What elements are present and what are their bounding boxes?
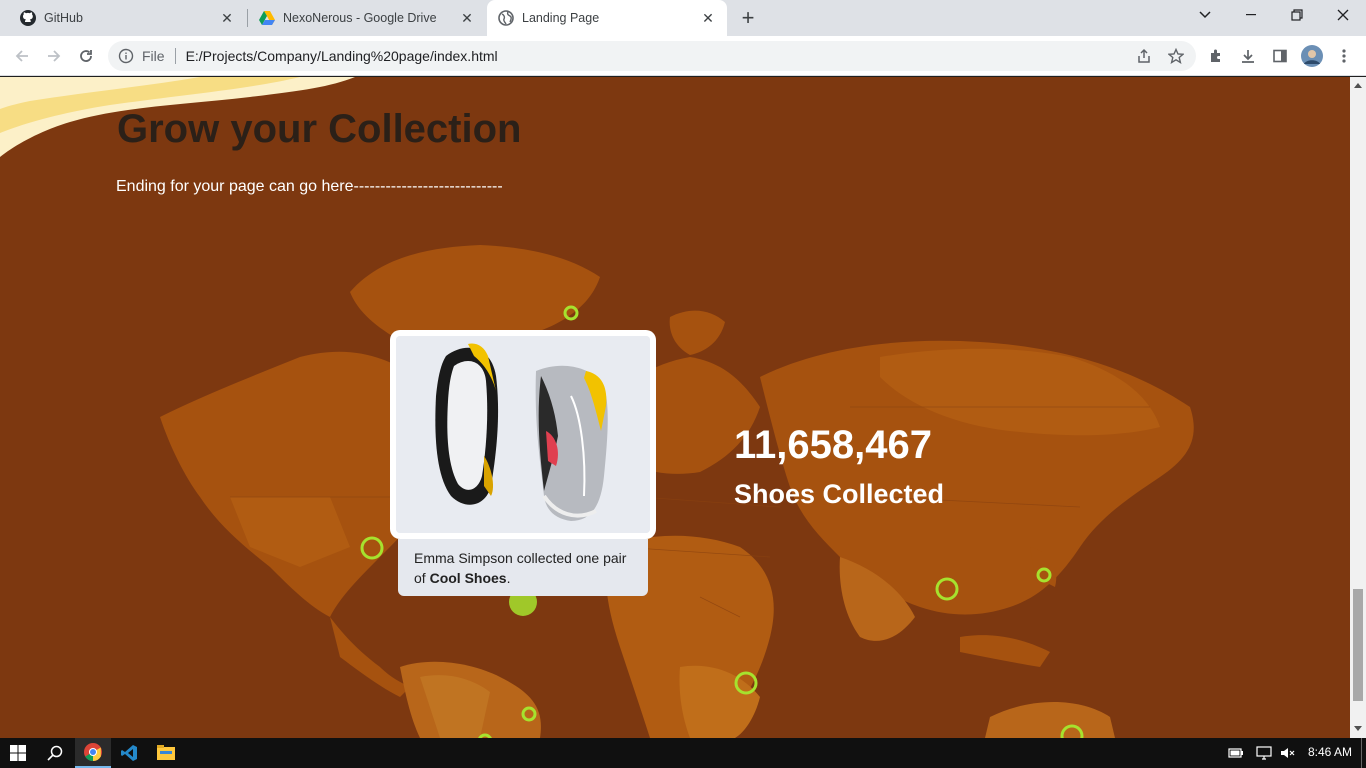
github-icon — [20, 10, 36, 26]
page-subtext: Ending for your page can go here--------… — [116, 178, 503, 195]
info-icon[interactable] — [118, 48, 134, 64]
google-drive-icon — [259, 10, 275, 26]
tab-title: GitHub — [44, 11, 83, 25]
show-desktop-button[interactable] — [1361, 738, 1362, 768]
extensions-icon[interactable] — [1202, 42, 1230, 70]
scrollbar[interactable] — [1350, 77, 1366, 738]
windows-taskbar: 8:46 AM — [0, 738, 1366, 768]
page-title: Grow your Collection — [117, 107, 522, 151]
windows-start-icon[interactable] — [0, 738, 36, 768]
close-tab-icon[interactable]: ✕ — [699, 9, 717, 27]
reload-button[interactable] — [72, 42, 100, 70]
browser-toolbar: File E:/Projects/Company/Landing%20page/… — [0, 36, 1366, 76]
menu-kebab-icon[interactable] — [1330, 42, 1358, 70]
product-card-image — [390, 330, 656, 539]
product-card-caption: Emma Simpson collected one pair of Cool … — [398, 539, 648, 596]
close-tab-icon[interactable]: ✕ — [218, 9, 236, 27]
minimize-icon[interactable] — [1228, 0, 1274, 30]
restore-icon[interactable] — [1274, 0, 1320, 30]
world-map — [0, 77, 1194, 738]
stat-number: 11,658,467 — [734, 423, 932, 467]
tab-strip: GitHub ✕ NexoNerous - Google Drive ✕ Lan… — [0, 0, 1366, 36]
landing-page-section: Grow your Collection Ending for your pag… — [0, 77, 1350, 738]
download-icon[interactable] — [1234, 42, 1262, 70]
chrome-taskbar-icon[interactable] — [75, 738, 111, 768]
volume-muted-icon[interactable] — [1274, 738, 1302, 768]
close-window-icon[interactable] — [1320, 0, 1366, 30]
caption-product: Cool Shoes — [429, 570, 507, 586]
share-icon[interactable] — [1130, 42, 1158, 70]
vscode-taskbar-icon[interactable] — [111, 738, 147, 768]
shoes-image — [396, 336, 650, 533]
scroll-down-icon[interactable] — [1354, 726, 1362, 732]
battery-icon[interactable] — [1222, 738, 1250, 768]
scroll-thumb[interactable] — [1353, 589, 1363, 701]
back-button[interactable] — [8, 42, 36, 70]
tab-github[interactable]: GitHub ✕ — [8, 0, 246, 36]
url-text[interactable]: E:/Projects/Company/Landing%20page/index… — [186, 48, 498, 64]
close-tab-icon[interactable]: ✕ — [458, 9, 476, 27]
forward-button[interactable] — [40, 42, 68, 70]
clock-time[interactable]: 8:46 AM — [1308, 745, 1352, 759]
scheme-label: File — [142, 48, 165, 64]
side-panel-icon[interactable] — [1266, 42, 1294, 70]
profile-avatar[interactable] — [1298, 42, 1326, 70]
tab-title: Landing Page — [522, 11, 600, 25]
bookmark-star-icon[interactable] — [1162, 42, 1190, 70]
search-icon[interactable] — [37, 738, 73, 768]
globe-icon — [498, 10, 514, 26]
tab-search-icon[interactable] — [1182, 0, 1228, 30]
new-tab-button[interactable]: + — [733, 0, 763, 36]
stat-label: Shoes Collected — [734, 479, 945, 509]
scroll-up-icon[interactable] — [1354, 82, 1362, 88]
tab-landing-page[interactable]: Landing Page ✕ — [487, 0, 727, 36]
tab-google-drive[interactable]: NexoNerous - Google Drive ✕ — [248, 0, 486, 36]
tab-title: NexoNerous - Google Drive — [283, 11, 437, 25]
address-bar[interactable]: File E:/Projects/Company/Landing%20page/… — [108, 41, 1196, 71]
file-explorer-taskbar-icon[interactable] — [148, 738, 184, 768]
